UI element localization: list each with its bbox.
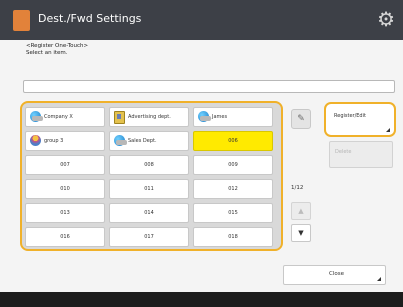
onetouch-button[interactable]: 009: [193, 155, 273, 175]
edit-name-button[interactable]: ✎: [291, 109, 311, 129]
onetouch-label: 006: [228, 138, 238, 144]
onetouch-button[interactable]: 016: [25, 227, 105, 247]
onetouch-button[interactable]: 007: [25, 155, 105, 175]
onetouch-button[interactable]: 008: [109, 155, 189, 175]
onetouch-label: 010: [60, 186, 70, 192]
scroll-down-button[interactable]: ▼: [291, 224, 311, 242]
onetouch-button[interactable]: Company X: [25, 107, 105, 127]
onetouch-label: Company X: [44, 114, 73, 120]
gear-icon[interactable]: ⚙: [377, 9, 395, 29]
globe-icon: [198, 111, 211, 122]
register-edit-label: Register/Edit: [334, 113, 366, 119]
onetouch-button[interactable]: James: [193, 107, 273, 127]
onetouch-button[interactable]: 013: [25, 203, 105, 223]
onetouch-label: Advertising dept.: [128, 114, 171, 120]
title-bar: Dest./Fwd Settings ⚙: [0, 0, 403, 40]
onetouch-button[interactable]: 014: [109, 203, 189, 223]
onetouch-label: 009: [228, 162, 238, 168]
chevron-down-icon: ▼: [298, 229, 304, 237]
address-book-icon: [13, 7, 30, 31]
onetouch-button[interactable]: 017: [109, 227, 189, 247]
onetouch-button[interactable]: Sales Dept.: [109, 131, 189, 151]
onetouch-label: 007: [60, 162, 70, 168]
onetouch-label: 013: [60, 210, 70, 216]
onetouch-label: 012: [228, 186, 238, 192]
group-icon: [30, 135, 41, 146]
globe-icon: [114, 135, 127, 146]
onetouch-button[interactable]: 006: [193, 131, 273, 151]
name-input[interactable]: [23, 80, 395, 93]
delete-button[interactable]: Delete: [329, 141, 393, 168]
register-edit-button[interactable]: Register/Edit: [324, 102, 396, 137]
onetouch-label: 011: [144, 186, 154, 192]
onetouch-label: Sales Dept.: [128, 138, 157, 144]
onetouch-label: 015: [228, 210, 238, 216]
chevron-up-icon: ▲: [298, 207, 304, 215]
onetouch-button[interactable]: 018: [193, 227, 273, 247]
page-title: Dest./Fwd Settings: [38, 12, 142, 25]
instruction-text: Select an item.: [26, 50, 68, 56]
onetouch-button[interactable]: 011: [109, 179, 189, 199]
corner-triangle-icon: [377, 277, 381, 281]
pencil-icon: ✎: [297, 114, 305, 124]
onetouch-button[interactable]: 015: [193, 203, 273, 223]
status-bar: [0, 292, 403, 307]
onetouch-button[interactable]: 012: [193, 179, 273, 199]
delete-label: Delete: [335, 149, 352, 155]
globe-icon: [30, 111, 43, 122]
onetouch-label: 014: [144, 210, 154, 216]
close-label: Close: [329, 271, 344, 277]
onetouch-label: James: [212, 114, 228, 120]
close-button[interactable]: Close: [283, 265, 386, 285]
corner-triangle-icon: [386, 128, 390, 132]
onetouch-label: 017: [144, 234, 154, 240]
instruction-heading: <Register One-Touch>: [26, 43, 89, 49]
onetouch-label: 008: [144, 162, 154, 168]
onetouch-label: group 3: [44, 138, 64, 144]
onetouch-label: 016: [60, 234, 70, 240]
onetouch-button[interactable]: group 3: [25, 131, 105, 151]
instructions: <Register One-Touch> Select an item.: [26, 43, 88, 57]
onetouch-button[interactable]: 010: [25, 179, 105, 199]
onetouch-button[interactable]: Advertising dept.: [109, 107, 189, 127]
page-indicator: 1/12: [291, 185, 304, 191]
address-book-icon: [114, 111, 125, 124]
onetouch-label: 018: [228, 234, 238, 240]
scroll-up-button[interactable]: ▲: [291, 202, 311, 220]
